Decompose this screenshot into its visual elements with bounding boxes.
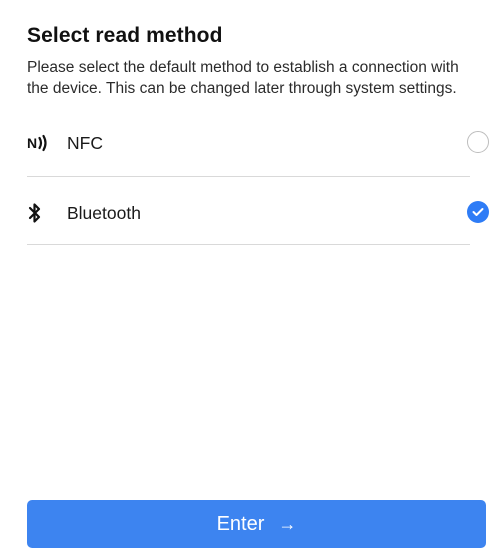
divider (27, 244, 470, 245)
nfc-icon: N (27, 131, 57, 155)
divider (27, 176, 470, 177)
svg-text:N: N (27, 135, 37, 151)
page-title: Select read method (27, 24, 223, 47)
arrow-right-icon: → (278, 513, 297, 534)
radio-checked-icon[interactable] (467, 201, 489, 223)
read-method-screen: Select read method Please select the def… (0, 0, 496, 558)
option-nfc-label: NFC (67, 132, 103, 153)
page-description: Please select the default method to esta… (27, 59, 459, 97)
option-bluetooth-label: Bluetooth (67, 202, 141, 223)
option-bluetooth[interactable]: Bluetooth (27, 189, 489, 237)
option-nfc[interactable]: N NFC (27, 119, 489, 167)
enter-button-label: Enter (216, 512, 265, 535)
enter-button[interactable]: Enter → (27, 500, 486, 548)
radio-unchecked-icon[interactable] (467, 131, 489, 153)
bluetooth-icon (27, 201, 57, 225)
